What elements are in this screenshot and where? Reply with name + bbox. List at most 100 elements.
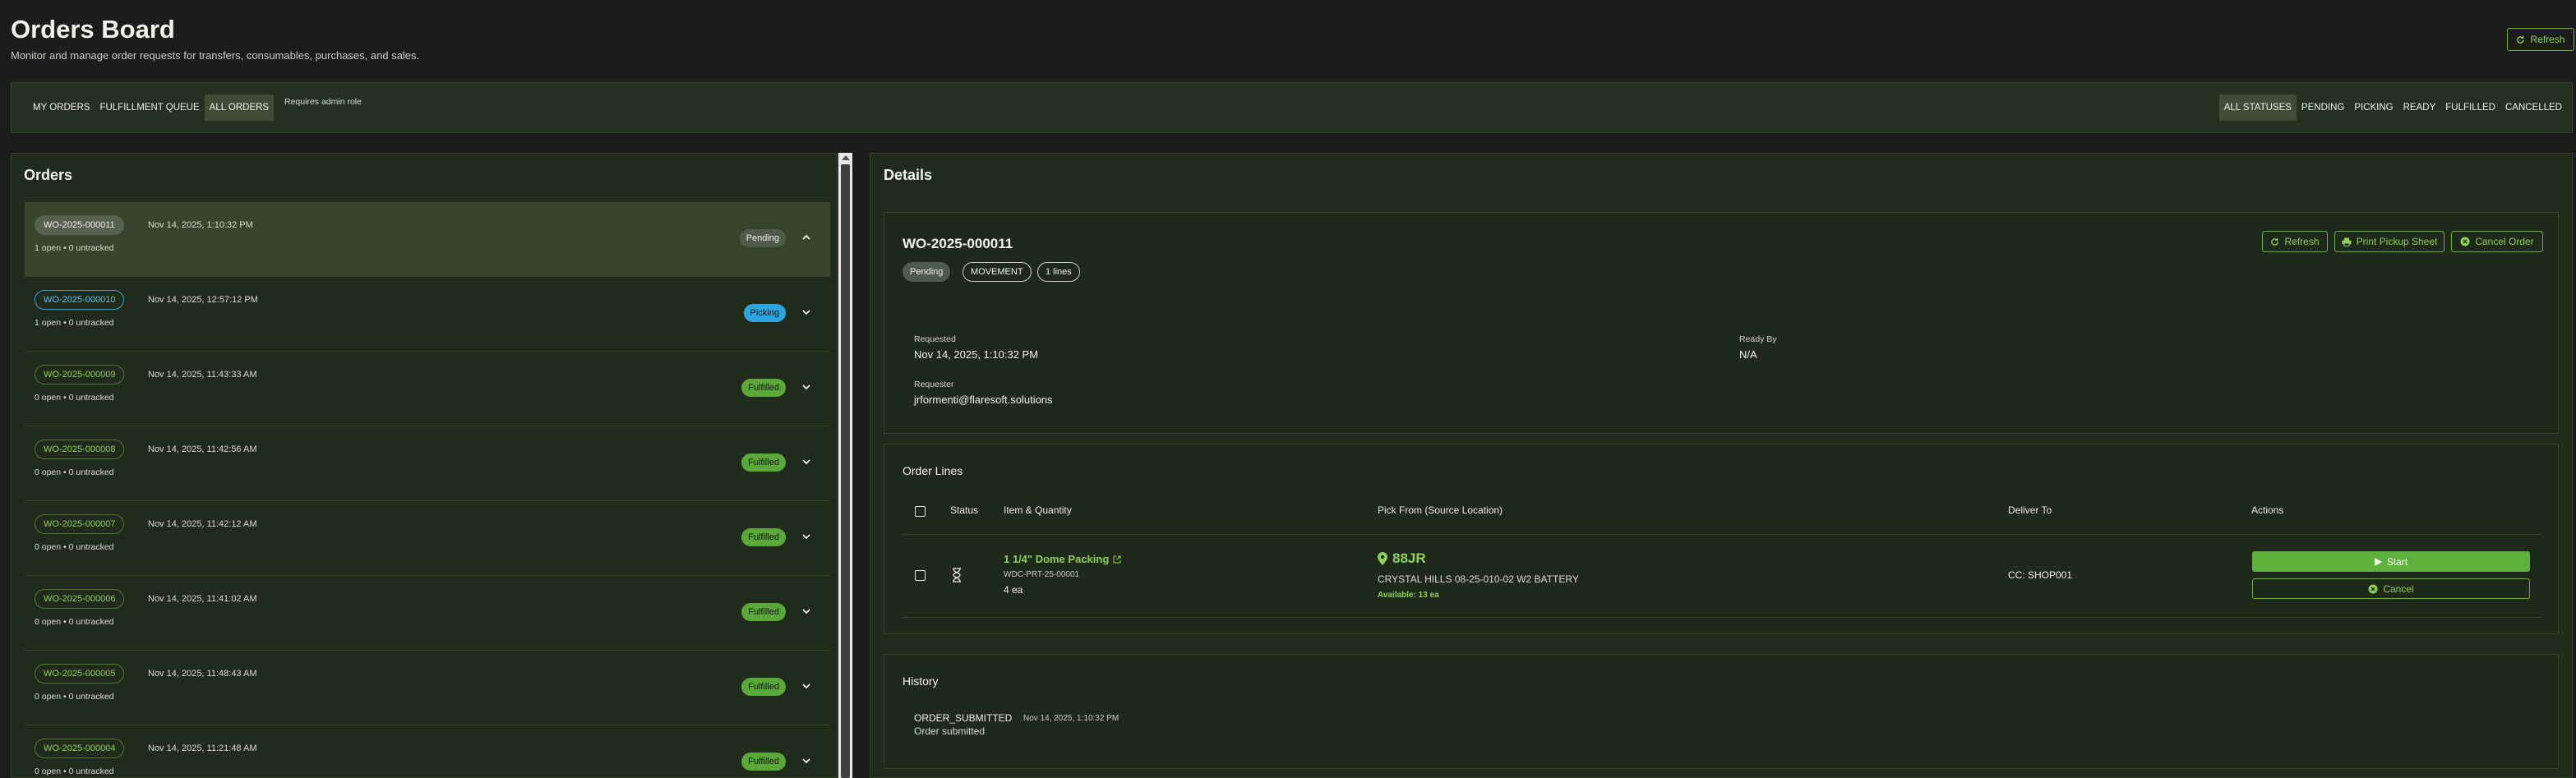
header-refresh-label: Refresh: [2530, 34, 2565, 45]
order-id-badge: WO-2025-000005: [35, 664, 125, 684]
tab-fulfillment-queue[interactable]: FULFILLMENT QUEUE: [95, 94, 204, 121]
tab-my-orders[interactable]: MY ORDERS: [28, 94, 95, 121]
order-row[interactable]: WO-2025-000006 Nov 14, 2025, 11:41:02 AM…: [25, 576, 830, 651]
filter-cancelled[interactable]: CANCELLED: [2500, 94, 2567, 121]
order-date: Nov 14, 2025, 11:42:12 AM: [148, 519, 257, 529]
cancel-order-button[interactable]: Cancel Order: [2451, 231, 2543, 252]
requested-value: Nov 14, 2025, 1:10:32 PM: [914, 348, 1039, 361]
cancel-line-button[interactable]: Cancel: [2252, 578, 2530, 599]
requested-label: Requested: [914, 334, 956, 344]
print-pickup-sheet-label: Print Pickup Sheet: [2356, 236, 2438, 247]
filter-pending[interactable]: PENDING: [2297, 94, 2349, 121]
page-subtitle: Monitor and manage order requests for tr…: [11, 49, 420, 62]
external-link-icon: [1113, 555, 1121, 564]
printer-icon: [2342, 237, 2352, 246]
work-order-card: WO-2025-000011 Pending MOVEMENT 1 lines …: [884, 212, 2559, 434]
history-card: History ORDER_SUBMITTED Nov 14, 2025, 1:…: [884, 654, 2559, 769]
requester-label: Requester: [914, 380, 954, 389]
order-id-badge: WO-2025-000004: [35, 739, 125, 758]
chevron-up-icon[interactable]: [801, 232, 812, 243]
map-pin-icon: [1378, 552, 1387, 565]
order-date: Nov 14, 2025, 11:43:33 AM: [148, 370, 257, 380]
order-id-badge: WO-2025-000011: [35, 215, 124, 235]
print-pickup-sheet-button[interactable]: Print Pickup Sheet: [2334, 231, 2444, 252]
scrollbar-thumb[interactable]: [841, 164, 850, 778]
scroll-up-arrow-icon[interactable]: [842, 155, 850, 160]
order-row[interactable]: WO-2025-000005 Nov 14, 2025, 11:48:43 AM…: [25, 651, 830, 725]
table-row: 1 1/4" Dome Packing WDC-PRT-25-00001 4 e…: [884, 535, 2558, 617]
filter-fulfilled[interactable]: FULFILLED: [2440, 94, 2500, 121]
header-refresh-button[interactable]: Refresh: [2507, 28, 2574, 51]
order-id-badge: WO-2025-000010: [35, 290, 125, 310]
cancel-line-label: Cancel: [2383, 582, 2414, 595]
order-date: Nov 14, 2025, 12:57:12 PM: [148, 295, 258, 305]
history-event-date: Nov 14, 2025, 1:10:32 PM: [1023, 714, 1119, 723]
row-checkbox[interactable]: [915, 570, 926, 581]
item-quantity: 4 ea: [1004, 584, 1023, 596]
cancel-circle-icon: [2460, 237, 2470, 246]
order-id-badge: WO-2025-000007: [35, 514, 125, 534]
tab-all-orders[interactable]: ALL ORDERS: [204, 94, 275, 121]
filter-all-statuses[interactable]: ALL STATUSES: [2218, 94, 2297, 121]
history-event-note: Order submitted: [914, 725, 986, 737]
filter-picking[interactable]: PICKING: [2349, 94, 2398, 121]
filter-ready[interactable]: READY: [2398, 94, 2441, 121]
order-line-summary: 0 open • 0 untracked: [35, 467, 114, 477]
order-id-badge: WO-2025-000006: [35, 589, 125, 609]
chevron-down-icon[interactable]: [801, 531, 812, 542]
history-event-name: ORDER_SUBMITTED: [914, 712, 1013, 724]
available-quantity: Available: 13 ea: [1378, 591, 1439, 600]
details-refresh-button[interactable]: Refresh: [2262, 231, 2328, 252]
status-badge: Fulfilled: [741, 379, 786, 397]
order-line-summary: 1 open • 0 untracked: [35, 243, 114, 253]
order-row[interactable]: WO-2025-000010 Nov 14, 2025, 12:57:12 PM…: [25, 277, 830, 352]
column-header-pick-from: Pick From (Source Location): [1378, 504, 1503, 516]
order-date: Nov 14, 2025, 11:21:48 AM: [148, 743, 257, 753]
row-divider: [903, 617, 2541, 618]
location-link[interactable]: 88JR: [1378, 550, 1426, 567]
order-row[interactable]: WO-2025-000011 Nov 14, 2025, 1:10:32 PM …: [25, 202, 830, 277]
order-row[interactable]: WO-2025-000009 Nov 14, 2025, 11:43:33 AM…: [25, 352, 830, 426]
filter-bar: MY ORDERS FULFILLMENT QUEUE ALL ORDERS R…: [11, 82, 2573, 133]
order-date: Nov 14, 2025, 11:42:56 AM: [148, 444, 257, 454]
order-id-badge: WO-2025-000008: [35, 440, 125, 459]
start-button[interactable]: Start: [2252, 551, 2530, 572]
order-date: Nov 14, 2025, 11:48:43 AM: [148, 669, 257, 679]
order-row[interactable]: WO-2025-000007 Nov 14, 2025, 11:42:12 AM…: [25, 501, 830, 576]
chevron-down-icon[interactable]: [801, 755, 812, 766]
order-row[interactable]: WO-2025-000004 Nov 14, 2025, 11:21:48 AM…: [25, 725, 830, 778]
order-line-summary: 1 open • 0 untracked: [35, 318, 114, 328]
deliver-to: CC: SHOP001: [2008, 569, 2073, 581]
select-all-checkbox[interactable]: [915, 506, 926, 517]
status-filters: ALL STATUSES PENDING PICKING READY FULFI…: [2218, 94, 2567, 121]
order-line-summary: 0 open • 0 untracked: [35, 692, 114, 702]
order-line-summary: 0 open • 0 untracked: [35, 617, 114, 627]
refresh-icon: [2271, 237, 2279, 246]
details-refresh-label: Refresh: [2284, 236, 2320, 247]
play-icon: [2374, 557, 2382, 566]
order-date: Nov 14, 2025, 1:10:32 PM: [148, 220, 253, 230]
hourglass-icon: [953, 568, 961, 582]
item-link[interactable]: 1 1/4" Dome Packing: [1004, 553, 1121, 565]
ready-by-label: Ready By: [1739, 334, 1777, 344]
status-badge: Picking: [743, 304, 786, 322]
order-line-summary: 0 open • 0 untracked: [35, 542, 114, 552]
column-header-actions: Actions: [2251, 504, 2284, 516]
order-row[interactable]: WO-2025-000008 Nov 14, 2025, 11:42:56 AM…: [25, 426, 830, 501]
admin-role-note: Requires admin role: [284, 97, 362, 107]
order-id-badge: WO-2025-000009: [35, 365, 125, 384]
order-line-summary: 0 open • 0 untracked: [35, 766, 114, 776]
orders-panel-title: Orders: [24, 167, 73, 183]
status-badge: Pending: [739, 229, 786, 247]
view-tabs: MY ORDERS FULFILLMENT QUEUE ALL ORDERS: [28, 94, 275, 121]
chevron-down-icon[interactable]: [801, 680, 812, 692]
column-header-status: Status: [950, 504, 979, 516]
status-badge: Fulfilled: [741, 678, 786, 696]
chevron-down-icon[interactable]: [801, 605, 812, 617]
status-badge: Fulfilled: [741, 453, 786, 472]
chevron-down-icon[interactable]: [801, 381, 812, 393]
chevron-down-icon[interactable]: [801, 456, 812, 467]
column-header-deliver-to: Deliver To: [2008, 504, 2052, 516]
chevron-down-icon[interactable]: [801, 306, 812, 318]
history-title: History: [903, 674, 939, 688]
